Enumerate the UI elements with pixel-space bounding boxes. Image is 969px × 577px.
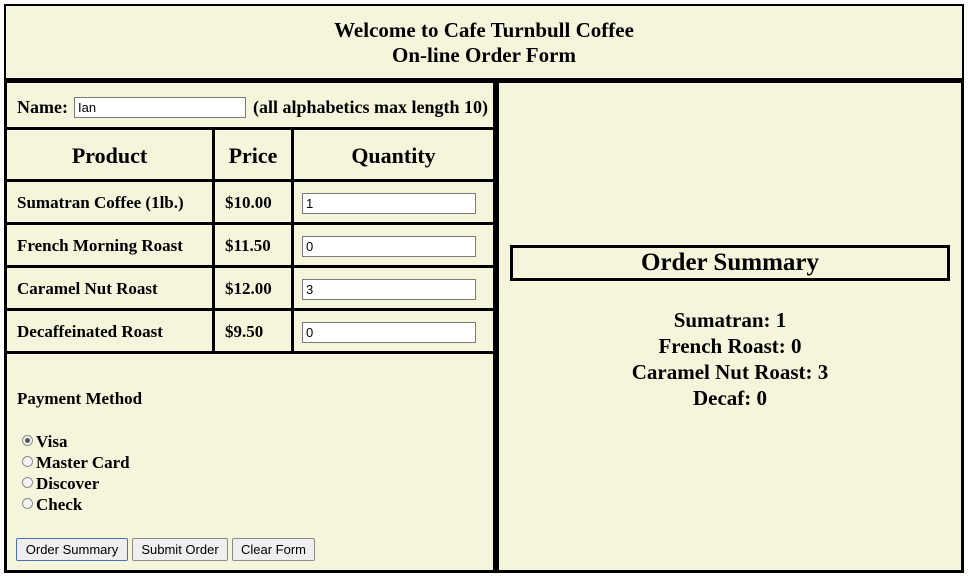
product-price: $9.50 — [225, 322, 264, 341]
divider — [291, 127, 294, 353]
column-header-price: Price — [228, 143, 278, 168]
divider — [7, 265, 493, 268]
page-title: Welcome to Cafe Turnbull Coffee — [334, 18, 634, 42]
divider — [7, 351, 493, 354]
product-price: $10.00 — [225, 193, 272, 212]
divider — [7, 222, 493, 225]
page-subtitle: On-line Order Form — [392, 43, 576, 67]
quantity-input-sumatran[interactable] — [302, 193, 476, 214]
radio-option-master-card[interactable]: Master Card — [22, 453, 130, 473]
product-name: French Morning Roast — [17, 236, 183, 255]
divider — [7, 127, 493, 130]
radio-label: Master Card — [36, 453, 130, 472]
name-input[interactable] — [74, 97, 246, 118]
radio-label: Visa — [36, 432, 68, 451]
product-name: Caramel Nut Roast — [17, 279, 158, 298]
name-label: Name: — [17, 97, 68, 117]
product-price: $12.00 — [225, 279, 272, 298]
column-header-product: Product — [71, 143, 148, 168]
product-name: Sumatran Coffee (1lb.) — [17, 193, 184, 212]
quantity-input-decaf[interactable] — [302, 322, 476, 343]
radio-label: Discover — [36, 474, 100, 493]
radio-button[interactable] — [22, 497, 33, 509]
radio-option-check[interactable]: Check — [22, 495, 82, 515]
quantity-input-caramel-nut[interactable] — [302, 279, 476, 300]
radio-option-visa[interactable]: Visa — [22, 432, 68, 452]
radio-button[interactable] — [22, 476, 33, 488]
summary-line-caramel-nut: Caramel Nut Roast: 3 — [631, 360, 829, 384]
radio-label: Check — [36, 495, 83, 514]
radio-option-discover[interactable]: Discover — [22, 474, 99, 494]
radio-button[interactable] — [22, 455, 33, 467]
product-name: Decaffeinated Roast — [17, 322, 163, 341]
summary-line-decaf: Decaf: 0 — [692, 386, 768, 410]
order-summary-title: Order Summary — [510, 245, 950, 281]
column-header-quantity: Quantity — [351, 143, 436, 168]
divider — [212, 127, 215, 353]
payment-method-title: Payment Method — [17, 389, 143, 408]
clear-form-button[interactable]: Clear Form — [232, 538, 315, 561]
product-price: $11.50 — [225, 236, 271, 255]
name-hint: (all alphabetics max length 10) — [253, 97, 489, 117]
header-banner: Welcome to Cafe Turnbull Coffee On-line … — [4, 4, 964, 80]
quantity-input-french-roast[interactable] — [302, 236, 476, 257]
submit-order-button[interactable]: Submit Order — [132, 538, 228, 561]
radio-button[interactable] — [22, 434, 33, 446]
summary-line-sumatran: Sumatran: 1 — [673, 308, 787, 332]
divider — [7, 308, 493, 311]
summary-line-french-roast: French Roast: 0 — [658, 334, 802, 358]
divider — [7, 179, 493, 182]
order-summary-button[interactable]: Order Summary — [16, 538, 128, 561]
order-form-panel: Name: (all alphabetics max length 10) Pr… — [4, 80, 496, 573]
order-summary-panel: Order Summary Sumatran: 1 French Roast: … — [496, 80, 964, 573]
